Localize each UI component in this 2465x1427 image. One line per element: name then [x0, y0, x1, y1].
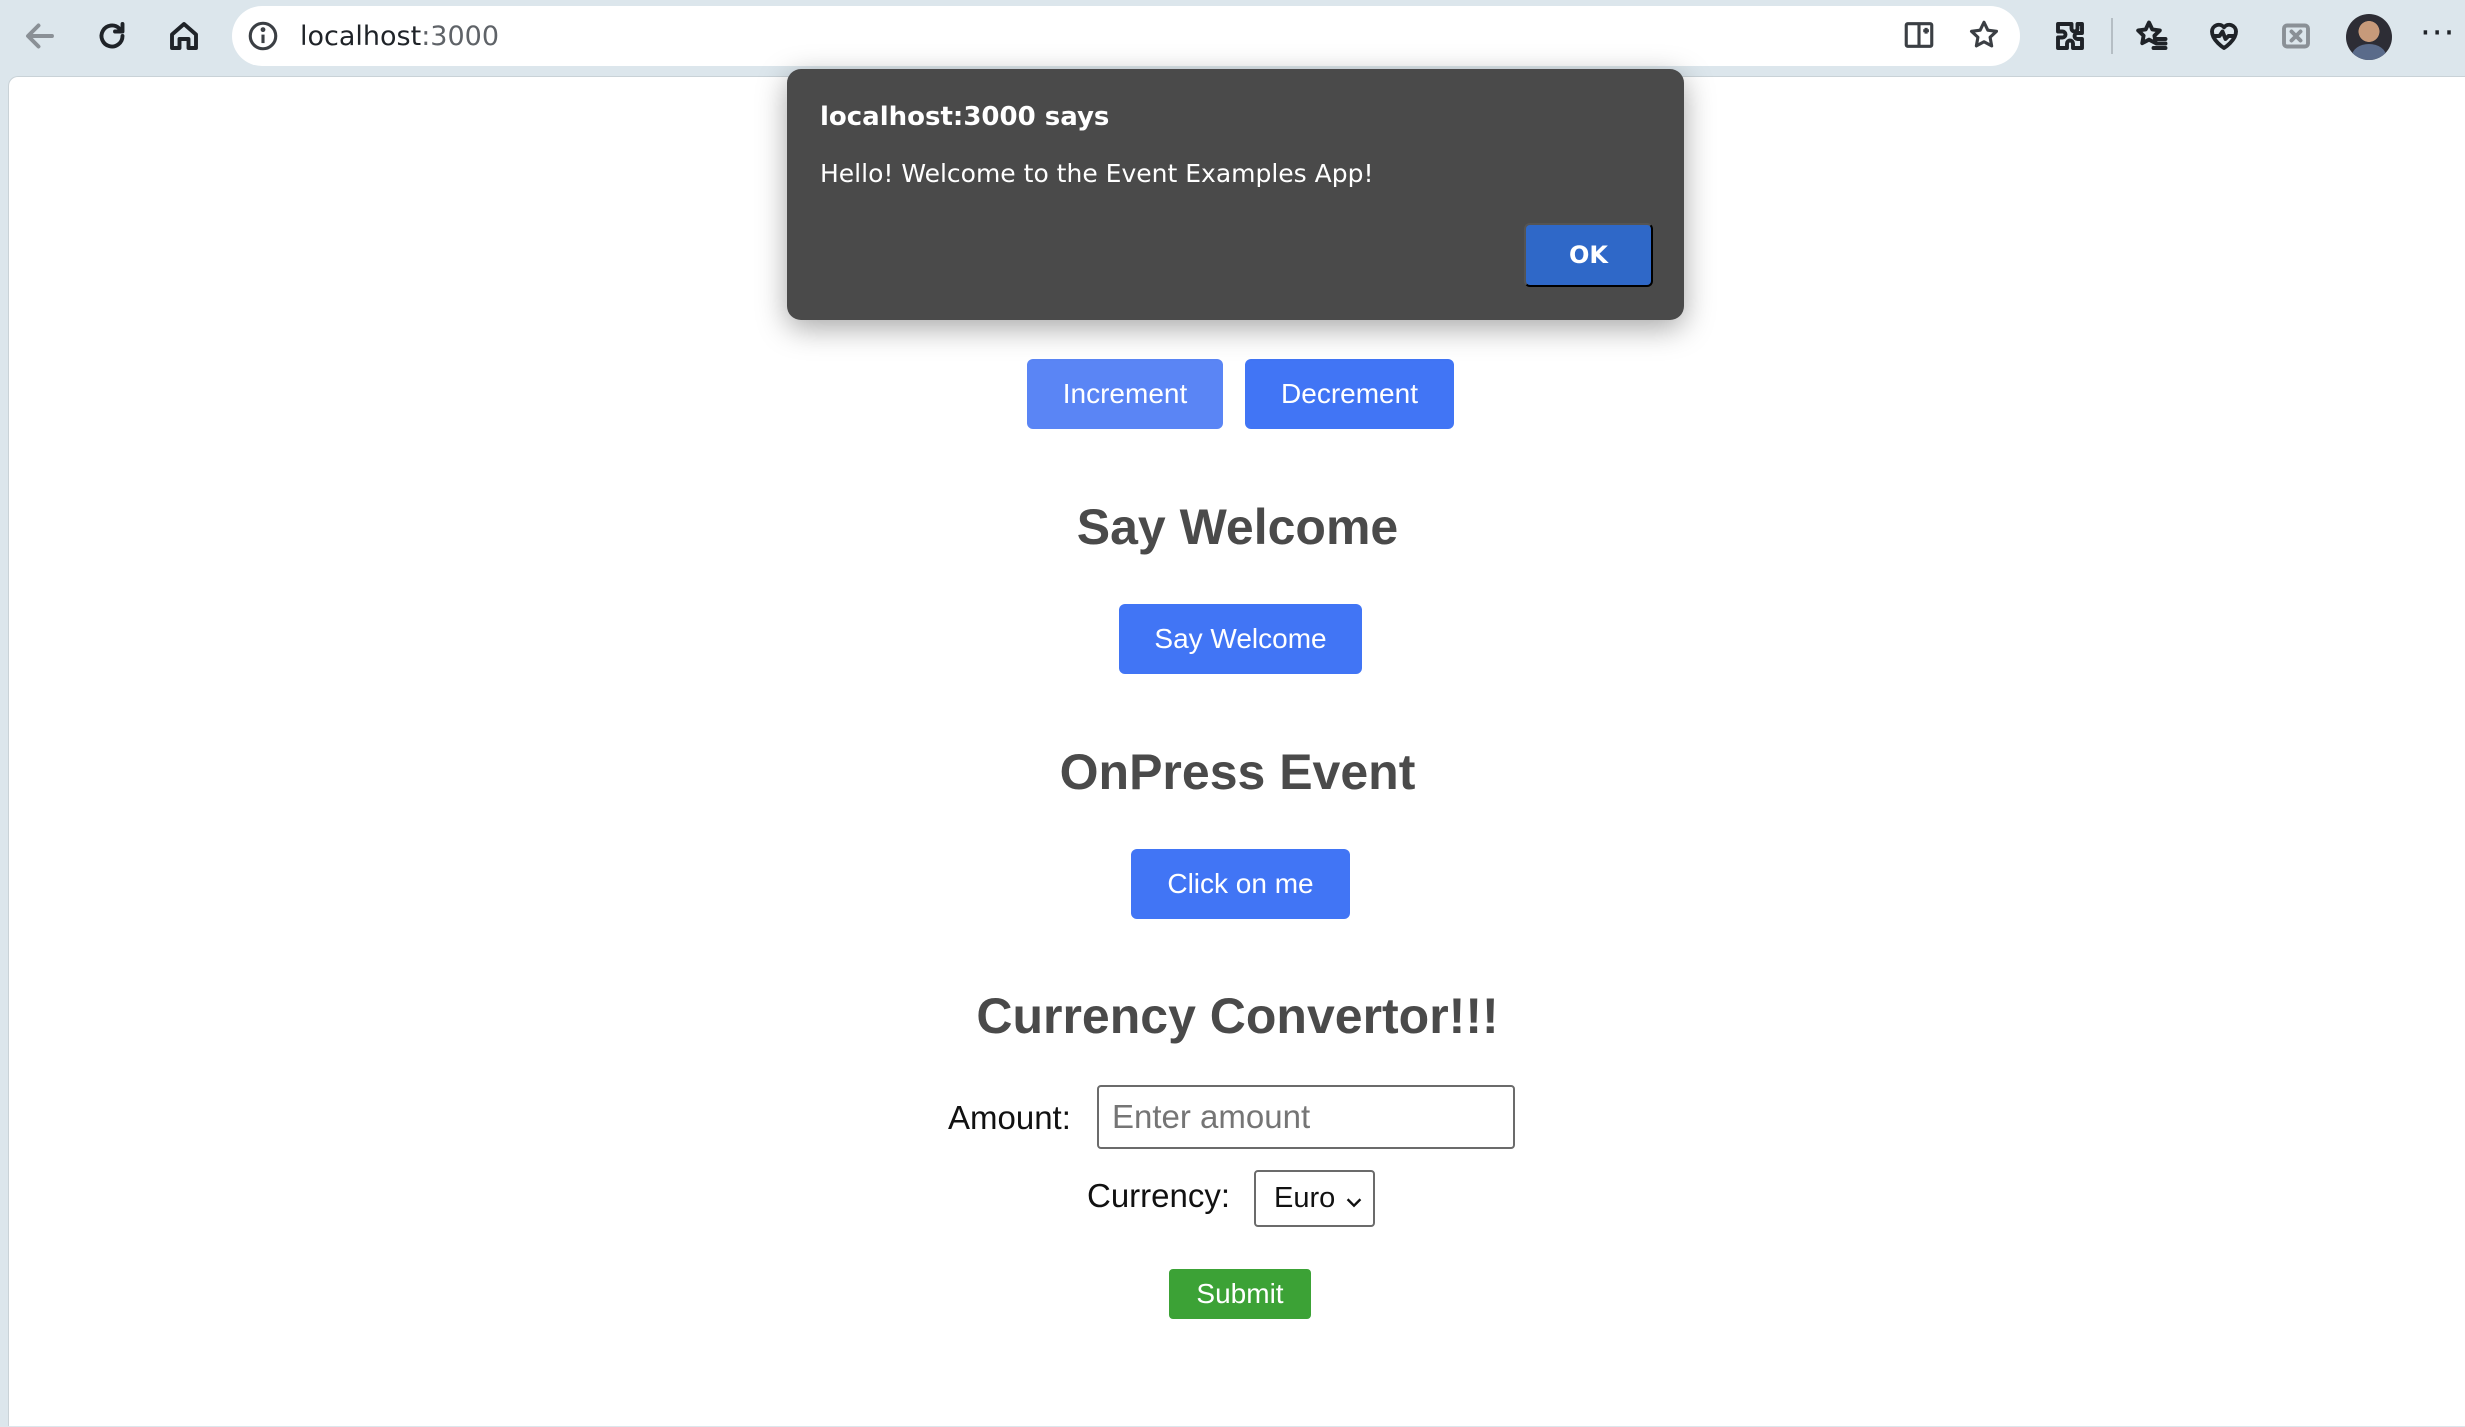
increment-button[interactable]: Increment: [1027, 359, 1223, 429]
alert-message: Hello! Welcome to the Event Examples App…: [820, 159, 1374, 188]
currency-select[interactable]: Euro: [1254, 1170, 1375, 1227]
toolbar-separator: [2111, 18, 2113, 54]
currency-selected-value: Euro: [1274, 1182, 1336, 1214]
favorites-icon[interactable]: [2130, 14, 2174, 58]
profile-avatar[interactable]: [2346, 14, 2392, 60]
say-welcome-button[interactable]: Say Welcome: [1119, 604, 1362, 674]
more-menu-icon[interactable]: ···: [2420, 16, 2455, 50]
split-screen-icon[interactable]: [1902, 18, 1938, 54]
url-host: localhost: [300, 21, 422, 52]
chevron-down-icon: [1343, 1188, 1365, 1210]
url-port: :3000: [421, 21, 500, 52]
currency-convertor-heading: Currency Convertor!!!: [976, 988, 1499, 1044]
extensions-icon[interactable]: [2048, 14, 2092, 58]
alert-title: localhost:3000 says: [820, 102, 1110, 132]
back-icon[interactable]: [18, 14, 62, 58]
refresh-icon[interactable]: [90, 14, 134, 58]
submit-button[interactable]: Submit: [1169, 1269, 1311, 1319]
onpress-heading: OnPress Event: [1059, 744, 1416, 800]
say-welcome-heading: Say Welcome: [1076, 499, 1399, 555]
click-on-me-button[interactable]: Click on me: [1131, 849, 1350, 919]
favorite-star-icon[interactable]: [1967, 18, 2003, 54]
browser-toolbar: localhost:3000 ···: [0, 0, 2465, 72]
home-icon[interactable]: [162, 14, 206, 58]
amount-label: Amount:: [948, 1099, 1071, 1136]
alert-dialog: localhost:3000 says Hello! Welcome to th…: [787, 69, 1684, 320]
browser-essentials-icon[interactable]: [2202, 14, 2246, 58]
collections-icon[interactable]: [2274, 14, 2318, 58]
decrement-button[interactable]: Decrement: [1245, 359, 1454, 429]
site-info-icon[interactable]: [246, 19, 280, 53]
address-url[interactable]: localhost:3000: [300, 21, 499, 52]
currency-label: Currency:: [1087, 1177, 1231, 1214]
alert-ok-button[interactable]: OK: [1524, 223, 1653, 287]
address-bar[interactable]: localhost:3000: [232, 6, 2020, 66]
amount-input[interactable]: [1097, 1085, 1515, 1149]
